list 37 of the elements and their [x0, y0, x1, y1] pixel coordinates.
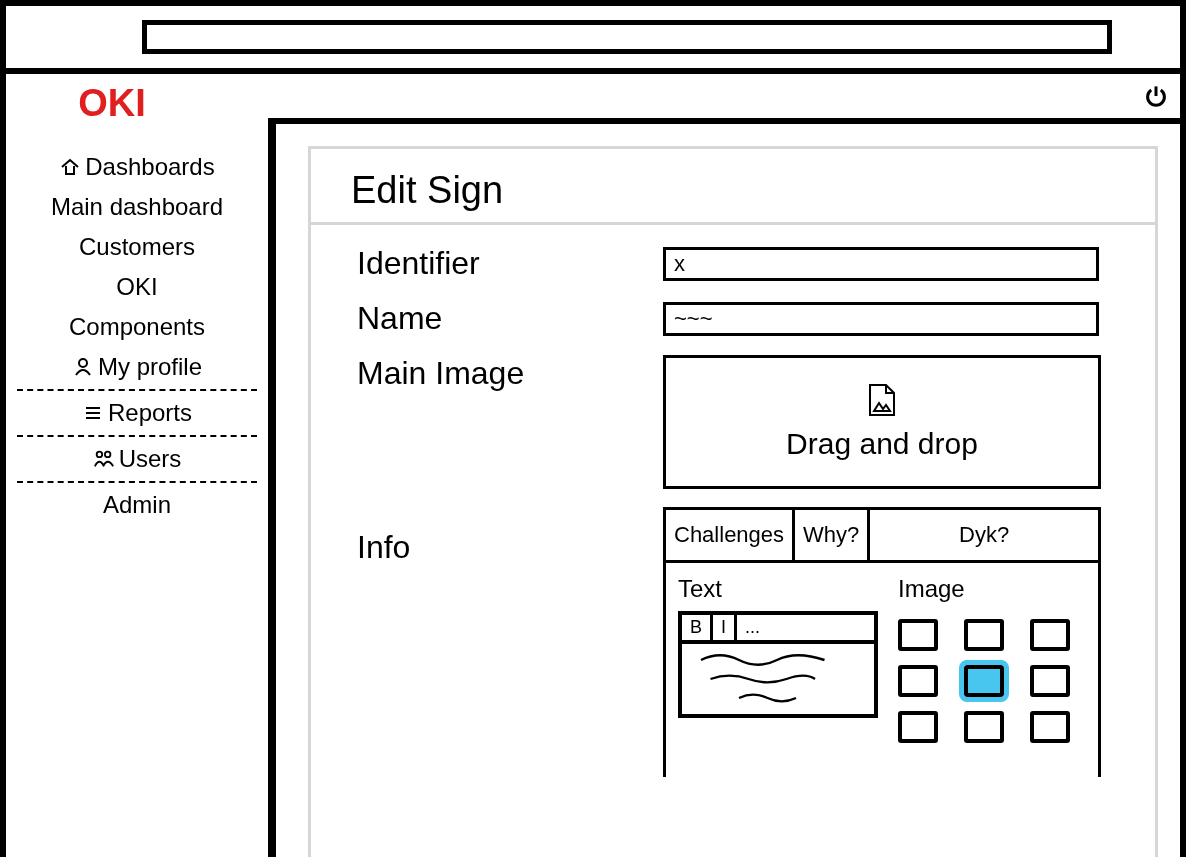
input-field[interactable]: x — [663, 246, 1099, 281]
image-thumbnail[interactable] — [1030, 665, 1070, 697]
sidebar-item[interactable]: OKI — [116, 269, 158, 305]
input-field[interactable]: ~~~ — [663, 301, 1099, 336]
image-thumbnail[interactable] — [898, 711, 938, 743]
image-thumbnail[interactable] — [964, 711, 1004, 743]
field-label: Info — [357, 529, 412, 566]
sidebar-item[interactable]: Main dashboard — [50, 189, 224, 225]
address-bar[interactable] — [142, 20, 1112, 54]
people-icon — [92, 449, 115, 469]
sidebar-item[interactable]: Dashboards — [59, 149, 215, 185]
section-label: Image — [898, 575, 966, 603]
image-thumbnail[interactable] — [964, 619, 1004, 651]
sidebar-item[interactable]: Components — [68, 309, 206, 345]
text-editor[interactable]: B I ... — [678, 611, 878, 718]
section-label: Text — [678, 575, 723, 603]
image-thumbnail[interactable] — [898, 619, 938, 651]
sidebar-item[interactable]: Reports — [81, 395, 192, 431]
image-thumbnail[interactable] — [1030, 619, 1070, 651]
field-label: Identifier — [357, 245, 481, 282]
page-title: Edit Sign — [311, 149, 1155, 225]
image-file-icon — [867, 383, 897, 417]
tab[interactable]: Why? — [795, 510, 871, 560]
sidebar-item[interactable]: Customers — [79, 229, 195, 265]
field-label: Main Image — [357, 355, 526, 392]
image-thumbnail[interactable] — [898, 665, 938, 697]
sidebar-item[interactable]: Users — [92, 441, 182, 477]
field-label: Name — [357, 300, 444, 337]
drop-zone[interactable]: Drag and drop — [663, 355, 1101, 489]
image-thumbnail[interactable] — [1030, 711, 1070, 743]
tab[interactable]: Challenges — [666, 510, 796, 560]
person-icon — [72, 357, 94, 377]
sidebar-item[interactable]: Admin — [103, 487, 171, 523]
power-icon[interactable] — [1144, 84, 1168, 108]
sidebar-item[interactable]: My profile — [72, 349, 202, 385]
tab[interactable]: Dyk? — [870, 510, 1098, 560]
brand-logo[interactable]: OKI — [78, 82, 146, 125]
